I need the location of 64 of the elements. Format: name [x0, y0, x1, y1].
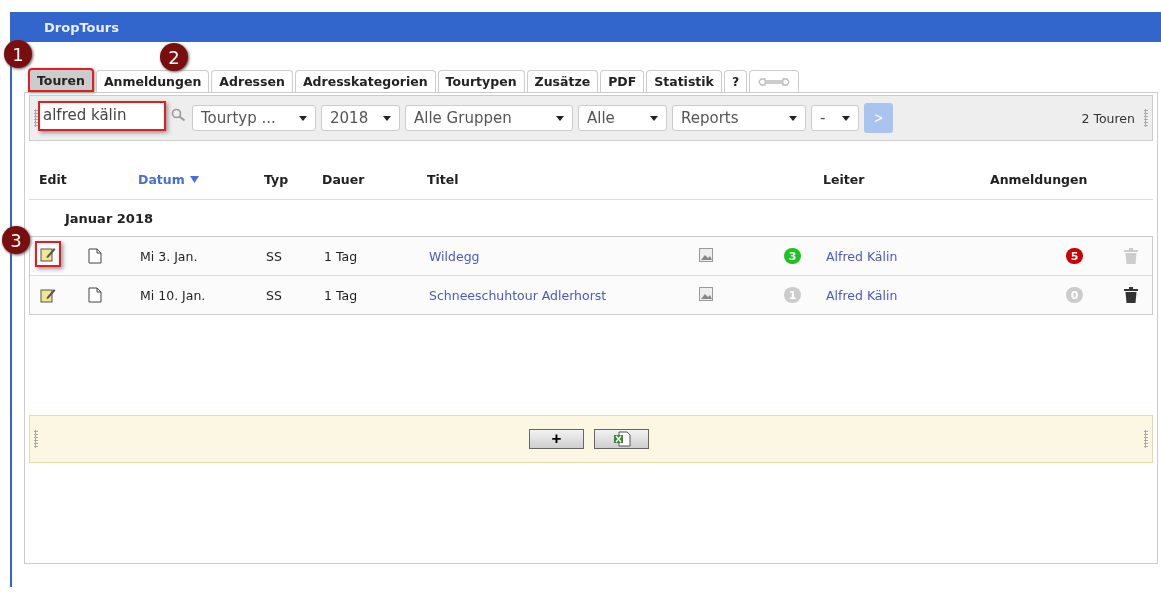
- leader-link[interactable]: Alfred Kälin: [826, 287, 1066, 303]
- registration-badge: 5: [1066, 248, 1083, 264]
- image-icon[interactable]: [699, 286, 713, 301]
- search-icon[interactable]: [171, 108, 187, 122]
- tab[interactable]: Tourtypen: [437, 70, 525, 92]
- step-marker: 3: [2, 226, 30, 254]
- dropdown[interactable]: Reports: [672, 105, 806, 131]
- column-header: Anmeldungen: [990, 171, 1089, 187]
- sort-column-header[interactable]: Datum: [138, 171, 264, 187]
- date-cell-text: Mi 3. Jan.: [140, 248, 199, 264]
- caret-icon: [383, 115, 391, 121]
- tab[interactable]: Anmeldungen: [95, 70, 210, 92]
- dropdown[interactable]: 2018: [321, 105, 400, 131]
- grip-icon: [34, 109, 38, 127]
- caret-icon: [650, 115, 658, 121]
- document-icon[interactable]: [88, 248, 102, 264]
- column-header: Titel: [427, 171, 460, 187]
- dropdown[interactable]: Alle Gruppen: [405, 105, 573, 131]
- tour-title-link[interactable]: Schneeschuhtour Adlerhorst: [429, 287, 699, 303]
- tab[interactable]: PDF: [600, 70, 645, 92]
- dropdown[interactable]: Tourtyp ...: [192, 105, 316, 131]
- step-marker: 2: [160, 43, 188, 71]
- caret-icon: [299, 115, 307, 121]
- spreadsheet-icon: [612, 431, 631, 447]
- tab[interactable]: Statistik: [646, 70, 722, 92]
- edit-note-icon[interactable]: [40, 287, 56, 303]
- caret-icon: [556, 115, 564, 121]
- excel-export-button[interactable]: [594, 429, 649, 449]
- tour-title-link[interactable]: Wildegg: [429, 248, 699, 264]
- step-marker: 1: [4, 40, 32, 68]
- trash-icon[interactable]: [1124, 287, 1138, 303]
- column-header: Leiter: [823, 171, 866, 187]
- image-icon[interactable]: [699, 247, 713, 262]
- tour-count: 2 Touren: [1081, 110, 1135, 126]
- document-icon[interactable]: [88, 287, 102, 303]
- column-header: Typ: [264, 171, 290, 187]
- tab[interactable]: Touren: [28, 68, 94, 92]
- add-button[interactable]: +: [529, 429, 584, 449]
- duration-cell-text: 1 Tag: [324, 287, 359, 303]
- edit-note-icon[interactable]: [40, 245, 56, 262]
- window-title: DropTours: [44, 19, 119, 35]
- search-field[interactable]: alfred kälin: [38, 100, 166, 131]
- count-badge: 3: [784, 248, 801, 264]
- tab[interactable]: Zusätze: [526, 70, 599, 92]
- tab[interactable]: ?: [723, 70, 748, 92]
- caret-icon: [842, 115, 850, 121]
- caret-icon: [789, 115, 797, 121]
- leader-link[interactable]: Alfred Kälin: [826, 248, 1066, 264]
- date-cell-text: Mi 10. Jan.: [140, 287, 207, 303]
- grip-icon: [1144, 430, 1148, 448]
- dropdown[interactable]: -: [811, 105, 859, 131]
- grip-icon: [1144, 109, 1148, 127]
- column-header: Dauer: [322, 171, 366, 187]
- wrench-icon: [757, 75, 792, 88]
- type-cell-text: SS: [266, 248, 283, 264]
- dropdown[interactable]: Alle: [578, 105, 667, 131]
- sort-descending-icon: [189, 175, 199, 183]
- month-heading: Januar 2018: [65, 210, 153, 226]
- tab[interactable]: Adresskategorien: [294, 70, 436, 92]
- column-header: Edit: [39, 171, 68, 187]
- duration-cell-text: 1 Tag: [324, 248, 359, 264]
- grip-icon: [34, 430, 38, 448]
- tab[interactable]: Adressen: [211, 70, 293, 92]
- type-cell-text: SS: [266, 287, 283, 303]
